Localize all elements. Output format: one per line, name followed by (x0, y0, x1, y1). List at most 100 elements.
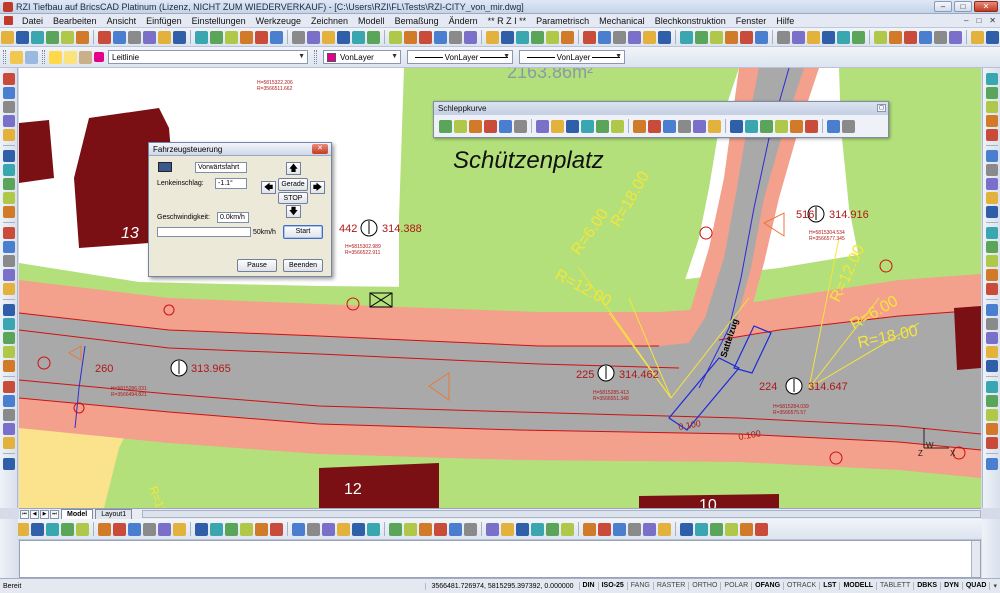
tool-icon[interactable] (680, 30, 693, 44)
menu-item[interactable]: Bearbeiten (48, 16, 102, 26)
tool-icon[interactable] (790, 119, 803, 133)
tool-icon[interactable] (777, 30, 790, 44)
color-select[interactable]: VonLayer ▼ (323, 50, 401, 64)
lock-icon[interactable] (79, 50, 92, 64)
tool-icon[interactable] (98, 30, 111, 44)
tool-icon[interactable] (2, 409, 15, 421)
tool-icon[interactable] (628, 522, 641, 536)
tool-icon[interactable] (546, 522, 559, 536)
tool-icon[interactable] (985, 73, 998, 85)
command-line-scrollbar[interactable] (971, 541, 980, 577)
tool-icon[interactable] (985, 437, 998, 449)
minimize-button[interactable]: – (934, 1, 952, 12)
tool-icon[interactable] (648, 119, 661, 133)
tool-icon[interactable] (985, 129, 998, 141)
status-toggle[interactable]: TABLETT (876, 582, 913, 590)
tool-icon[interactable] (792, 30, 805, 44)
status-toggle[interactable]: DYN (940, 582, 962, 590)
tool-icon[interactable] (583, 30, 596, 44)
tool-icon[interactable] (985, 164, 998, 176)
driving-mode-field[interactable]: Vorwärtsfahrt (195, 162, 247, 173)
tool-icon[interactable] (561, 522, 574, 536)
tool-icon[interactable] (2, 178, 15, 190)
command-line[interactable] (19, 540, 981, 578)
tool-icon[interactable] (805, 119, 818, 133)
tool-icon[interactable] (730, 119, 743, 133)
tool-icon[interactable] (985, 227, 998, 239)
tool-icon[interactable] (985, 192, 998, 204)
tool-icon[interactable] (143, 30, 156, 44)
start-button[interactable]: Start (283, 225, 323, 239)
sun-icon[interactable] (64, 50, 77, 64)
tool-icon[interactable] (2, 304, 15, 316)
tool-icon[interactable] (2, 346, 15, 358)
tool-icon[interactable] (516, 522, 529, 536)
tool-icon[interactable] (501, 522, 514, 536)
tool-icon[interactable] (633, 119, 646, 133)
tool-icon[interactable] (566, 119, 579, 133)
tool-icon[interactable] (708, 119, 721, 133)
last-tab-button[interactable]: ⏭ (50, 510, 59, 519)
tool-icon[interactable] (113, 30, 126, 44)
tool-icon[interactable] (581, 119, 594, 133)
tool-icon[interactable] (755, 522, 768, 536)
tool-icon[interactable] (419, 522, 432, 536)
tool-icon[interactable] (464, 30, 477, 44)
tool-icon[interactable] (173, 522, 186, 536)
tool-icon[interactable] (889, 30, 902, 44)
tool-icon[interactable] (2, 206, 15, 218)
tool-icon[interactable] (46, 30, 59, 44)
status-toggle[interactable]: POLAR (720, 582, 751, 590)
tool-icon[interactable] (985, 332, 998, 344)
tool-icon[interactable] (2, 395, 15, 407)
forward-arrow-button[interactable]: 🡅 (286, 162, 301, 175)
tool-icon[interactable] (240, 30, 253, 44)
tool-icon[interactable] (76, 30, 89, 44)
tool-icon[interactable] (658, 30, 671, 44)
tool-icon[interactable] (985, 87, 998, 99)
tool-icon[interactable] (760, 119, 773, 133)
menu-item[interactable]: Parametrisch (531, 16, 594, 26)
tool-icon[interactable] (613, 30, 626, 44)
tool-icon[interactable] (985, 206, 998, 218)
tool-icon[interactable] (46, 522, 59, 536)
menu-item[interactable]: Einfügen (141, 16, 187, 26)
tool-icon[interactable] (158, 522, 171, 536)
status-toggle[interactable]: OTRACK (783, 582, 819, 590)
tool-icon[interactable] (695, 522, 708, 536)
status-toggle[interactable]: RASTER (652, 582, 688, 590)
tool-icon[interactable] (583, 522, 596, 536)
tool-icon[interactable] (985, 346, 998, 358)
tool-icon[interactable] (725, 522, 738, 536)
tool-icon[interactable] (934, 30, 947, 44)
tool-icon[interactable] (2, 458, 15, 470)
tool-icon[interactable] (611, 119, 624, 133)
tool-icon[interactable] (128, 522, 141, 536)
tool-icon[interactable] (195, 522, 208, 536)
status-toggle[interactable]: LST (819, 582, 839, 590)
tool-icon[interactable] (985, 150, 998, 162)
tool-icon[interactable] (985, 304, 998, 316)
tool-icon[interactable] (307, 30, 320, 44)
tool-icon[interactable] (322, 30, 335, 44)
tool-icon[interactable] (822, 30, 835, 44)
tool-icon[interactable] (337, 522, 350, 536)
menu-item[interactable]: ** R Z I ** (483, 16, 532, 26)
tool-icon[interactable] (439, 119, 452, 133)
tool-icon[interactable] (775, 119, 788, 133)
tool-icon[interactable] (337, 30, 350, 44)
menu-item[interactable]: Ändern (444, 16, 483, 26)
tool-icon[interactable] (469, 119, 482, 133)
tool-icon[interactable] (985, 269, 998, 281)
tool-icon[interactable] (307, 522, 320, 536)
left-arrow-button[interactable]: 🡄 (261, 181, 276, 194)
tool-icon[interactable] (949, 30, 962, 44)
tab-model[interactable]: Model (61, 509, 94, 519)
tool-icon[interactable] (501, 30, 514, 44)
tool-icon[interactable] (434, 30, 447, 44)
tool-icon[interactable] (678, 119, 691, 133)
tool-icon[interactable] (486, 30, 499, 44)
tool-icon[interactable] (745, 119, 758, 133)
status-toggle[interactable]: ORTHO (688, 582, 720, 590)
lightbulb-icon[interactable] (49, 50, 62, 64)
